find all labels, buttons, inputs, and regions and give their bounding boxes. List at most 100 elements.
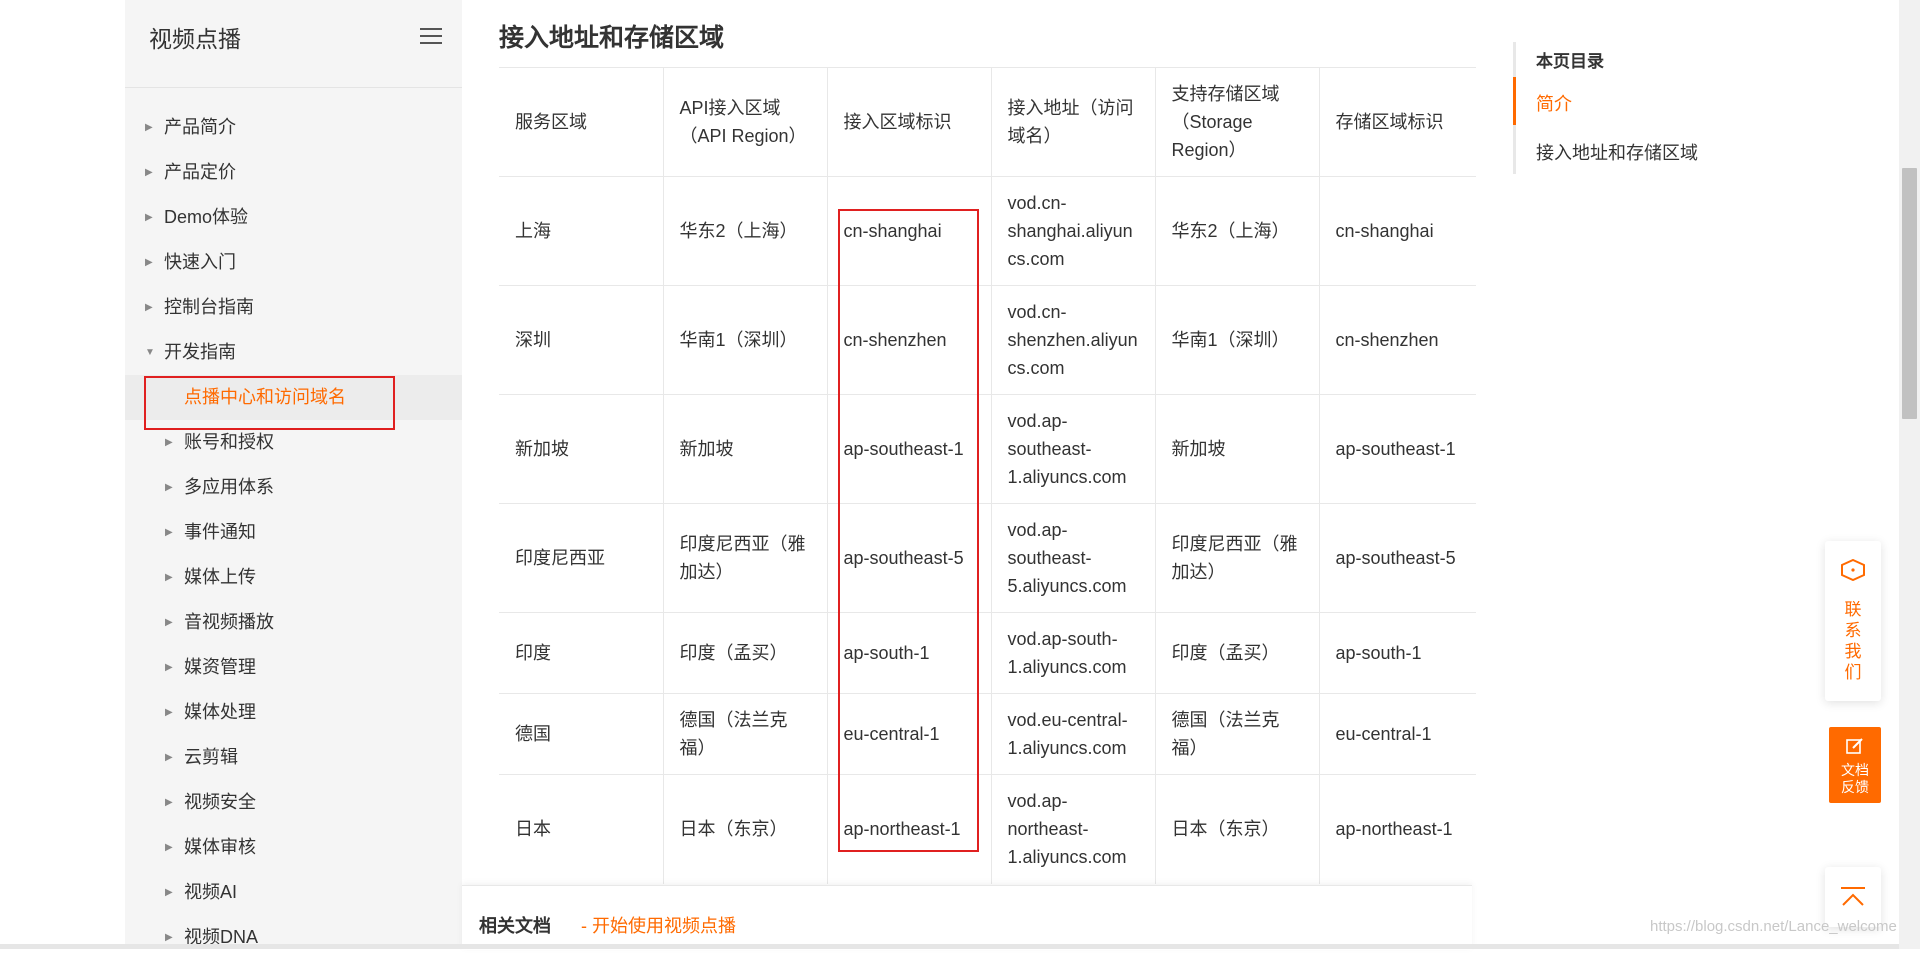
table-cell: 深圳 (499, 285, 664, 395)
caret-right-icon: ▶ (145, 257, 153, 268)
caret-right-icon: ▶ (165, 572, 173, 583)
sidebar-item-12[interactable]: ▶ 媒资管理 (125, 645, 462, 690)
header-text-line: 服务区域 (515, 112, 587, 132)
caret-right-icon: ▶ (145, 167, 153, 178)
cell-text-line: cs.com (1007, 358, 1065, 378)
doc-feedback-label: 文档 反馈 (1841, 762, 1869, 795)
cell-text-line: 印度 (515, 643, 551, 663)
cell-text-line: 德国（法兰克 (1171, 710, 1280, 730)
table-header-cell: 接入区域标识 (827, 67, 992, 177)
cell-text-line: 印度尼西亚（雅 (1171, 534, 1298, 554)
sidebar-item-9[interactable]: ▶ 事件通知 (125, 510, 462, 555)
sidebar-item-8[interactable]: ▶ 多应用体系 (125, 465, 462, 510)
scrollbar-thumb[interactable] (1902, 168, 1917, 419)
sidebar-item-10[interactable]: ▶ 媒体上传 (125, 555, 462, 600)
sidebar-item-label: 产品简介 (164, 117, 236, 137)
header-text-line: 接入区域标识 (843, 112, 952, 132)
caret-right-icon: ▶ (145, 122, 153, 133)
cell-text-line: ap-south-1 (1335, 643, 1422, 663)
table-cell: 新加坡 (663, 394, 828, 504)
sidebar-item-label: 媒体处理 (184, 702, 256, 722)
cell-text-line: shanghai.aliyun (1007, 221, 1133, 241)
header-text-line: 支持存储区域 (1171, 84, 1280, 104)
sidebar-item-11[interactable]: ▶ 音视频播放 (125, 600, 462, 645)
cell-text-line: 上海 (515, 221, 551, 241)
table-cell: 华南1（深圳） (1155, 285, 1320, 395)
sidebar-item-2[interactable]: ▶ Demo体验 (125, 195, 462, 240)
cell-text-line: cn-shenzhen (1335, 330, 1439, 350)
sidebar-item-label: 多应用体系 (184, 477, 274, 497)
table-cell: vod.ap-south- 1.aliyuncs.com (991, 612, 1156, 694)
contact-us-button[interactable]: 联系我们 (1825, 541, 1881, 701)
cell-text-line: ap-southeast-5 (1335, 548, 1456, 568)
sidebar-item-label: 事件通知 (184, 522, 256, 542)
section-title: 接入地址和存储区域 (499, 24, 725, 52)
cell-text-line: 福） (679, 738, 716, 758)
cell-text-line: ap-southeast-1 (843, 439, 964, 459)
sidebar-nav: ▶ 产品简介 ▶ 产品定价 ▶ Demo体验 ▶ 快速入门 ▶ 控制台指南 ▼ 开发指南 点播中心和访问… (125, 105, 462, 960)
caret-right-icon: ▶ (165, 707, 173, 718)
contact-us-label: 联系我们 (1844, 600, 1862, 682)
related-docs-bar: 相关文档 - 开始使用视频点播 (462, 885, 1472, 950)
sidebar-item-0[interactable]: ▶ 产品简介 (125, 105, 462, 150)
sidebar-item-4[interactable]: ▶ 控制台指南 (125, 285, 462, 330)
doc-feedback-button[interactable]: 文档 反馈 (1829, 727, 1881, 803)
table-cell: ap-south-1 (1319, 612, 1476, 694)
sidebar-item-6[interactable]: 点播中心和访问域名 (125, 375, 462, 430)
table-row: 德国 德国（法兰克 福） eu-central-1 vod.eu-central- 1.a… (499, 693, 1476, 775)
table-cell: ap-northeast-1 (827, 774, 992, 884)
table-row: 日本 日本（东京） ap-northeast-1 vod.ap-northeast- 1… (499, 774, 1476, 884)
sidebar-item-15[interactable]: ▶ 视频安全 (125, 780, 462, 825)
cell-text-line: 日本（东京） (679, 819, 788, 840)
sidebar-item-label: 产品定价 (164, 162, 236, 182)
cell-text-line: 日本 (515, 819, 551, 840)
cell-text-line: 印度（孟买） (679, 643, 788, 663)
sidebar-item-14[interactable]: ▶ 云剪辑 (125, 735, 462, 780)
scrollbar-track[interactable] (1899, 0, 1920, 949)
sidebar-item-label: 音视频播放 (184, 612, 274, 632)
sidebar-item-label: 快速入门 (164, 252, 236, 272)
table-cell: 华东2（上海） (1155, 176, 1320, 286)
header-text-line: （Storage (1171, 112, 1253, 132)
cell-text-line: 1.aliyuncs.com (1007, 467, 1127, 487)
caret-right-icon: ▶ (165, 482, 173, 493)
sidebar-item-18[interactable]: ▶ 视频DNA (125, 915, 462, 960)
toc-item-regions[interactable]: 接入地址和存储区域 (1536, 139, 1698, 165)
cell-text-line: 1.aliyuncs.com (1007, 738, 1127, 758)
caret-right-icon: ▶ (165, 797, 173, 808)
cell-text-line: ap-south-1 (843, 643, 930, 663)
cell-text-line: cn-shanghai (843, 221, 942, 241)
table-cell: 华东2（上海） (663, 176, 828, 286)
table-cell: cn-shenzhen (827, 285, 992, 395)
table-cell: 印度尼西亚 (499, 503, 664, 613)
sidebar-item-7[interactable]: ▶ 账号和授权 (125, 420, 462, 465)
toc-item-intro[interactable]: 简介 (1536, 90, 1572, 116)
sidebar-item-label: 媒体上传 (184, 567, 256, 587)
cell-text-line: vod.ap- (1007, 520, 1068, 540)
watermark: https://blog.csdn.net/Lance_welcome (1650, 918, 1897, 935)
cell-text-line: cn-shenzhen (843, 330, 947, 350)
sidebar-item-5[interactable]: ▼ 开发指南 (125, 330, 462, 375)
sidebar-item-3[interactable]: ▶ 快速入门 (125, 240, 462, 285)
sidebar-title[interactable]: 视频点播 (149, 20, 241, 54)
sidebar: 视频点播 ▶ 产品简介 ▶ 产品定价 ▶ Demo体验 ▶ 快速入门 ▶ 控制台指南 ▼ 开发指南 点播… (125, 0, 462, 949)
horizontal-scrollbar[interactable] (0, 944, 1899, 949)
cell-text-line: vod.ap- (1007, 411, 1068, 431)
sidebar-item-label: 云剪辑 (184, 747, 238, 767)
cell-text-line: vod.cn- (1007, 302, 1067, 322)
related-doc-link[interactable]: - 开始使用视频点播 (581, 912, 736, 938)
cell-text-line: 新加坡 (679, 439, 734, 459)
caret-right-icon: ▶ (165, 842, 173, 853)
cell-text-line: 华南1（深圳） (679, 330, 798, 350)
header-text-line: Region） (1171, 140, 1247, 160)
cell-text-line: vod.eu-central- (1007, 710, 1128, 730)
table-cell: ap-south-1 (827, 612, 992, 694)
main-content: 接入地址和存储区域 服务区域 API接入区域 （API Region） 接入区域标识 接… (462, 0, 1476, 950)
sidebar-item-16[interactable]: ▶ 媒体审核 (125, 825, 462, 870)
sidebar-item-17[interactable]: ▶ 视频AI (125, 870, 462, 915)
caret-right-icon: ▶ (145, 212, 153, 223)
sidebar-item-1[interactable]: ▶ 产品定价 (125, 150, 462, 195)
cell-text-line: 1.aliyuncs.com (1007, 657, 1127, 677)
sidebar-item-13[interactable]: ▶ 媒体处理 (125, 690, 462, 735)
hamburger-icon[interactable] (420, 28, 442, 46)
